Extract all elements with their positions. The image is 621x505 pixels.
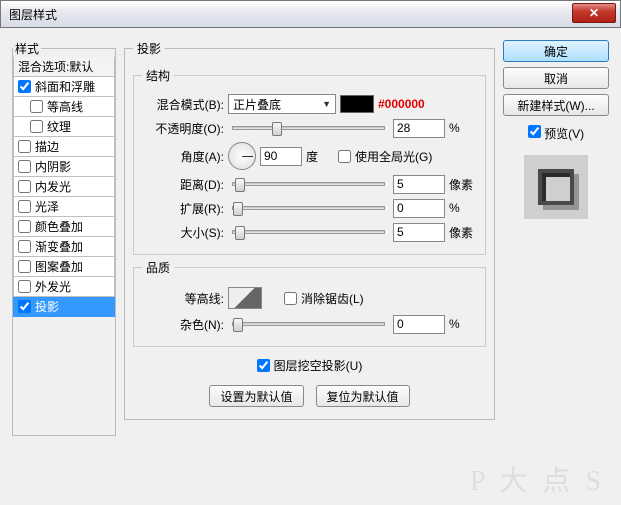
style-checkbox[interactable] [18,280,31,293]
size-label: 大小(S): [142,224,224,241]
dialog-body: 样式 混合选项:默认 斜面和浮雕 等高线 纹理 描边 内阴影 内发光 光泽 颜色… [12,40,609,495]
distance-input[interactable] [393,175,445,194]
watermark: P 大 点 S [470,459,605,499]
slider-thumb[interactable] [235,226,245,240]
style-checkbox[interactable] [18,220,31,233]
blend-mode-label: 混合模式(B): [142,96,224,113]
reset-default-button[interactable]: 复位为默认值 [316,385,410,407]
style-checkbox[interactable] [18,300,31,313]
contour-picker[interactable] [228,287,262,309]
structure-legend: 结构 [142,67,174,84]
antialias-checkbox[interactable] [284,292,297,305]
style-drop-shadow[interactable]: 投影 [13,297,115,317]
spread-input[interactable] [393,199,445,218]
drop-shadow-legend: 投影 [133,40,165,57]
style-pattern-overlay[interactable]: 图案叠加 [13,257,115,277]
noise-slider[interactable] [232,322,385,326]
style-bevel[interactable]: 斜面和浮雕 [13,77,115,97]
opacity-label: 不透明度(O): [142,120,224,137]
angle-label: 角度(A): [142,148,224,165]
style-checkbox[interactable] [18,140,31,153]
percent-unit: % [449,201,477,215]
styles-column: 样式 混合选项:默认 斜面和浮雕 等高线 纹理 描边 内阴影 内发光 光泽 颜色… [12,40,116,495]
style-stroke[interactable]: 描边 [13,137,115,157]
style-gradient-overlay[interactable]: 渐变叠加 [13,237,115,257]
style-color-overlay[interactable]: 颜色叠加 [13,217,115,237]
settings-column: 投影 结构 混合模式(B): 正片叠底 #000000 不透明度(O): % 角… [124,40,495,495]
style-checkbox[interactable] [30,100,43,113]
quality-fieldset: 品质 等高线: 消除锯齿(L) 杂色(N): % [133,259,486,347]
style-contour[interactable]: 等高线 [13,97,115,117]
slider-thumb[interactable] [233,202,243,216]
shadow-color-hex: #000000 [378,97,425,111]
style-satin[interactable]: 光泽 [13,197,115,217]
spread-slider[interactable] [232,206,385,210]
style-checkbox[interactable] [18,240,31,253]
antialias-label: 消除锯齿(L) [301,290,364,307]
style-checkbox[interactable] [18,80,31,93]
opacity-slider[interactable] [232,126,385,130]
close-icon: ✕ [589,6,599,20]
preview-box [524,155,588,219]
px-unit: 像素 [449,176,477,193]
knockout-checkbox[interactable] [257,359,270,372]
distance-slider[interactable] [232,182,385,186]
structure-fieldset: 结构 混合模式(B): 正片叠底 #000000 不透明度(O): % 角度(A… [133,67,486,255]
blend-options-row[interactable]: 混合选项:默认 [13,57,115,77]
style-checkbox[interactable] [18,180,31,193]
spread-label: 扩展(R): [142,200,224,217]
styles-fieldset: 样式 混合选项:默认 斜面和浮雕 等高线 纹理 描边 内阴影 内发光 光泽 颜色… [12,40,116,436]
close-button[interactable]: ✕ [572,3,616,23]
global-light-checkbox[interactable] [338,150,351,163]
preview-checkbox[interactable] [528,125,541,138]
size-input[interactable] [393,223,445,242]
slider-thumb[interactable] [272,122,282,136]
style-inner-glow[interactable]: 内发光 [13,177,115,197]
opacity-input[interactable] [393,119,445,138]
noise-label: 杂色(N): [142,316,224,333]
knockout-label: 图层挖空投影(U) [274,357,363,374]
distance-label: 距离(D): [142,176,224,193]
global-light-label: 使用全局光(G) [355,148,432,165]
preview-label: 预览(V) [544,127,584,141]
percent-unit: % [449,121,477,135]
slider-thumb[interactable] [233,318,243,332]
new-style-button[interactable]: 新建样式(W)... [503,94,609,116]
px-unit: 像素 [449,224,477,241]
noise-input[interactable] [393,315,445,334]
preview-thumbnail [538,169,574,205]
titlebar: 图层样式 ✕ [0,0,621,28]
style-texture[interactable]: 纹理 [13,117,115,137]
ok-button[interactable]: 确定 [503,40,609,62]
degree-unit: 度 [306,148,334,165]
shadow-color-swatch[interactable] [340,95,374,113]
angle-dial[interactable] [228,142,256,170]
drop-shadow-fieldset: 投影 结构 混合模式(B): 正片叠底 #000000 不透明度(O): % 角… [124,40,495,420]
style-checkbox[interactable] [18,160,31,173]
size-slider[interactable] [232,230,385,234]
styles-legend: 样式 [13,40,41,57]
action-column: 确定 取消 新建样式(W)... 预览(V) [503,40,609,495]
quality-legend: 品质 [142,259,174,276]
slider-thumb[interactable] [235,178,245,192]
contour-label: 等高线: [142,290,224,307]
style-checkbox[interactable] [18,200,31,213]
style-checkbox[interactable] [18,260,31,273]
blend-mode-combo[interactable]: 正片叠底 [228,94,336,114]
angle-input[interactable] [260,147,302,166]
percent-unit: % [449,317,477,331]
cancel-button[interactable]: 取消 [503,67,609,89]
make-default-button[interactable]: 设置为默认值 [209,385,303,407]
style-checkbox[interactable] [30,120,43,133]
style-outer-glow[interactable]: 外发光 [13,277,115,297]
style-inner-shadow[interactable]: 内阴影 [13,157,115,177]
window-title: 图层样式 [9,6,57,23]
